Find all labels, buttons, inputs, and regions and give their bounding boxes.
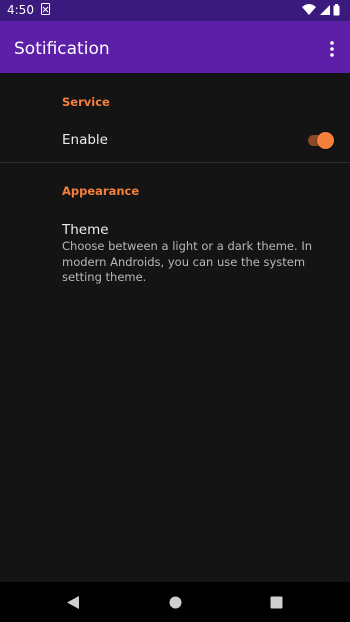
pref-theme-summary: Choose between a light or a dark theme. … (62, 239, 312, 284)
enable-switch[interactable] (306, 130, 336, 150)
divider (0, 162, 350, 163)
status-bar: 4:50 (0, 0, 350, 21)
status-icons (302, 4, 340, 16)
status-time: 4:50 (7, 3, 34, 17)
more-vert-icon[interactable] (324, 39, 340, 59)
app-bar: Sotification (0, 21, 350, 73)
category-service: Service (62, 95, 110, 109)
notification-icon (41, 3, 50, 15)
screen: 4:50 Sotification Service Enable Appeara… (0, 0, 350, 622)
battery-icon (333, 4, 340, 16)
signal-icon (320, 5, 330, 15)
nav-bar (0, 582, 350, 622)
wifi-icon (302, 4, 316, 15)
pref-enable-title: Enable (62, 132, 108, 148)
app-title: Sotification (14, 39, 110, 59)
pref-theme-title: Theme (62, 222, 109, 238)
back-icon[interactable] (66, 595, 80, 610)
switch-thumb (317, 132, 334, 149)
home-icon[interactable] (169, 596, 182, 609)
recents-icon[interactable] (270, 596, 283, 609)
category-appearance: Appearance (62, 184, 140, 198)
